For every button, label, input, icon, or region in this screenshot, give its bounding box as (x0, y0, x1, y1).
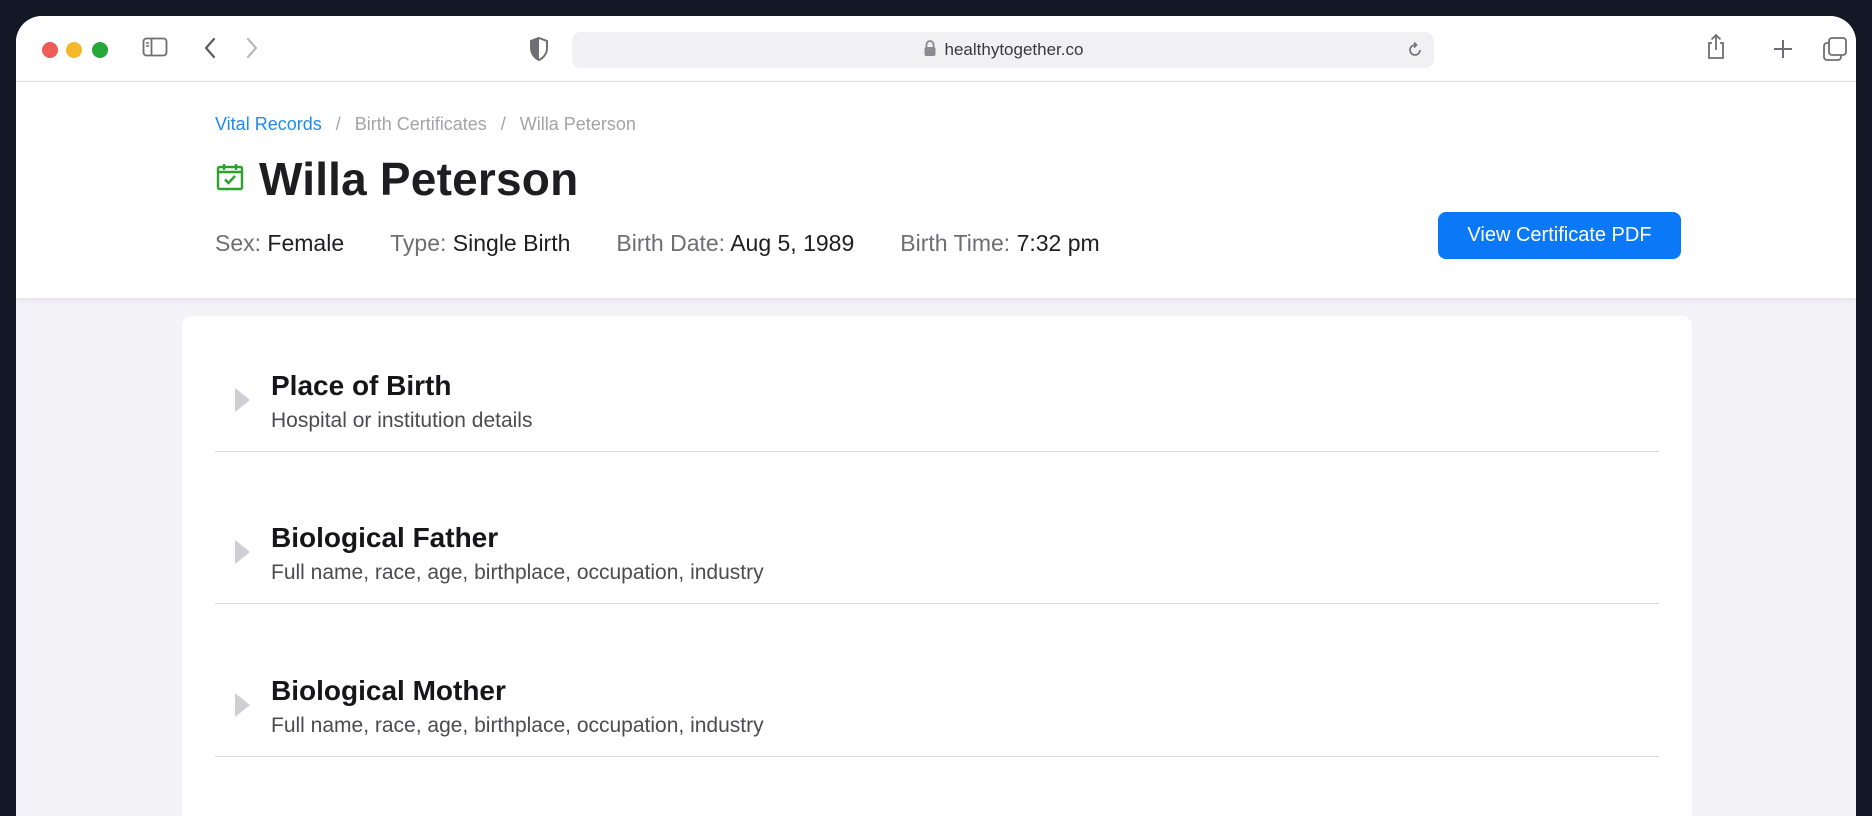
minimize-window-button[interactable] (66, 42, 82, 58)
breadcrumb-separator: / (500, 114, 506, 134)
breadcrumb: Vital Records / Birth Certificates / Wil… (215, 114, 636, 135)
back-icon[interactable] (200, 36, 220, 60)
tab-overview-icon[interactable] (1822, 36, 1848, 62)
sections-card: Place of Birth Hospital or institution d… (182, 316, 1692, 816)
section-title: Biological Father (271, 522, 499, 553)
section-place-of-birth[interactable]: Place of Birth Hospital or institution d… (215, 316, 1659, 452)
birth-date-field: Birth Date: Aug 5, 1989 (616, 230, 854, 257)
birth-time-value: 7:32 pm (1016, 230, 1100, 256)
new-tab-icon[interactable] (1772, 38, 1794, 60)
page-title: Willa Peterson (259, 153, 579, 205)
sex-field: Sex: Female (215, 230, 344, 257)
birth-date-value: Aug 5, 1989 (730, 230, 855, 256)
section-biological-father[interactable]: Biological Father Full name, race, age, … (215, 468, 1659, 604)
breadcrumb-vital-records[interactable]: Vital Records (215, 114, 322, 135)
address-bar[interactable]: healthytogether.co (572, 32, 1434, 68)
birth-time-label: Birth Time: (900, 230, 1011, 256)
view-certificate-pdf-button[interactable]: View Certificate PDF (1438, 212, 1681, 259)
expand-arrow-icon[interactable] (235, 693, 250, 717)
forward-icon[interactable] (242, 36, 262, 60)
calendar-check-icon (215, 162, 245, 197)
type-label: Type: (390, 230, 447, 256)
browser-window: healthytogether.co Vital Records / Birth… (16, 16, 1856, 816)
record-header: Vital Records / Birth Certificates / Wil… (16, 82, 1856, 298)
birth-time-field: Birth Time: 7:32 pm (900, 230, 1099, 257)
sidebar-toggle-icon[interactable] (142, 36, 168, 58)
url-text: healthytogether.co (944, 40, 1084, 59)
sex-label: Sex: (215, 230, 262, 256)
birth-date-label: Birth Date: (616, 230, 726, 256)
expand-arrow-icon[interactable] (235, 540, 250, 564)
section-subtitle: Hospital or institution details (271, 409, 533, 432)
sex-value: Female (267, 230, 345, 256)
section-title: Biological Mother (271, 675, 506, 706)
breadcrumb-current: Willa Peterson (519, 114, 636, 134)
share-icon[interactable] (1704, 33, 1728, 61)
breadcrumb-separator: / (335, 114, 341, 134)
expand-arrow-icon[interactable] (235, 388, 250, 412)
type-value: Single Birth (452, 230, 571, 256)
breadcrumb-birth-certificates[interactable]: Birth Certificates (355, 114, 487, 135)
close-window-button[interactable] (42, 42, 58, 58)
privacy-shield-icon[interactable] (528, 36, 550, 62)
section-title: Place of Birth (271, 370, 452, 401)
section-biological-mother[interactable]: Biological Mother Full name, race, age, … (215, 621, 1659, 757)
reload-icon[interactable] (1406, 41, 1424, 64)
record-meta: Sex: Female Type: Single Birth Birth Dat… (215, 230, 1100, 257)
type-field: Type: Single Birth (390, 230, 570, 257)
lock-icon (923, 39, 937, 62)
maximize-window-button[interactable] (92, 42, 108, 58)
browser-toolbar: healthytogether.co (16, 16, 1856, 82)
title-row: Willa Peterson (215, 152, 578, 206)
section-subtitle: Full name, race, age, birthplace, occupa… (271, 561, 764, 584)
section-subtitle: Full name, race, age, birthplace, occupa… (271, 714, 764, 737)
